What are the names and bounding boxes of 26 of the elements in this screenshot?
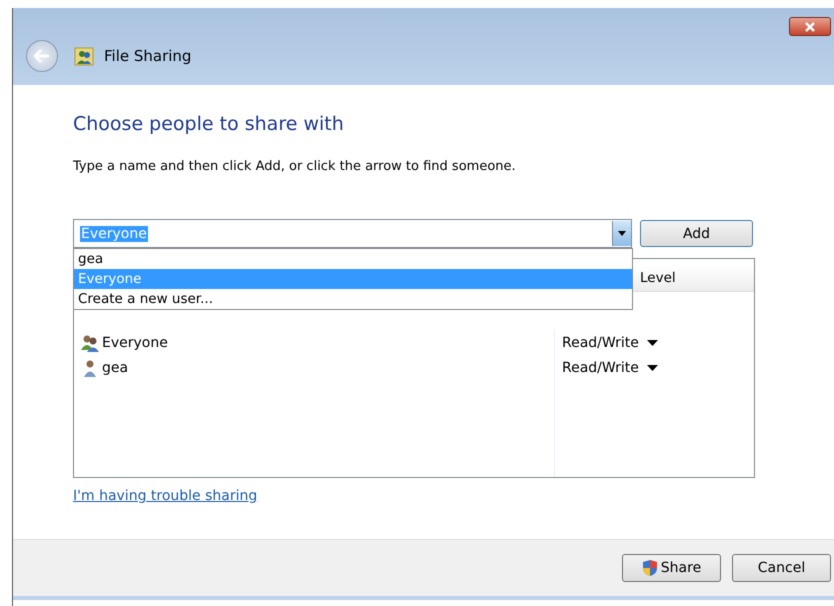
combo-value: Everyone	[80, 226, 148, 242]
caret-icon	[646, 364, 658, 370]
caret-icon	[646, 340, 658, 346]
dropdown-button[interactable]	[612, 221, 631, 246]
share-button[interactable]: Share	[622, 554, 721, 582]
instruction-text: Type a name and then click Add, or click the arrow to find someone.	[73, 159, 517, 174]
column-header[interactable]: Level	[632, 266, 754, 291]
user-group-icon	[80, 334, 100, 352]
window-title: File Sharing	[104, 47, 192, 65]
dropdown-option[interactable]: Create a new user...	[74, 289, 632, 309]
dialog-heading: Choose people to share with	[73, 113, 345, 135]
back-arrow-icon	[33, 49, 51, 63]
caret-icon	[618, 231, 626, 236]
permission-dropdown[interactable]: Read/Write	[562, 360, 658, 376]
back-button[interactable]	[26, 40, 58, 72]
close-button[interactable]	[789, 17, 831, 36]
shield-icon	[642, 559, 658, 577]
dropdown-option[interactable]: gea	[74, 249, 632, 269]
permission-dropdown[interactable]: Read/Write	[562, 334, 658, 350]
help-link[interactable]: I'm having trouble sharing	[73, 488, 258, 504]
close-icon	[803, 20, 817, 32]
cancel-button[interactable]: Cancel	[732, 554, 831, 582]
people-icon	[74, 46, 94, 66]
user-name: Everyone	[102, 334, 168, 350]
user-name: gea	[102, 360, 128, 376]
add-button[interactable]: Add	[640, 220, 753, 247]
